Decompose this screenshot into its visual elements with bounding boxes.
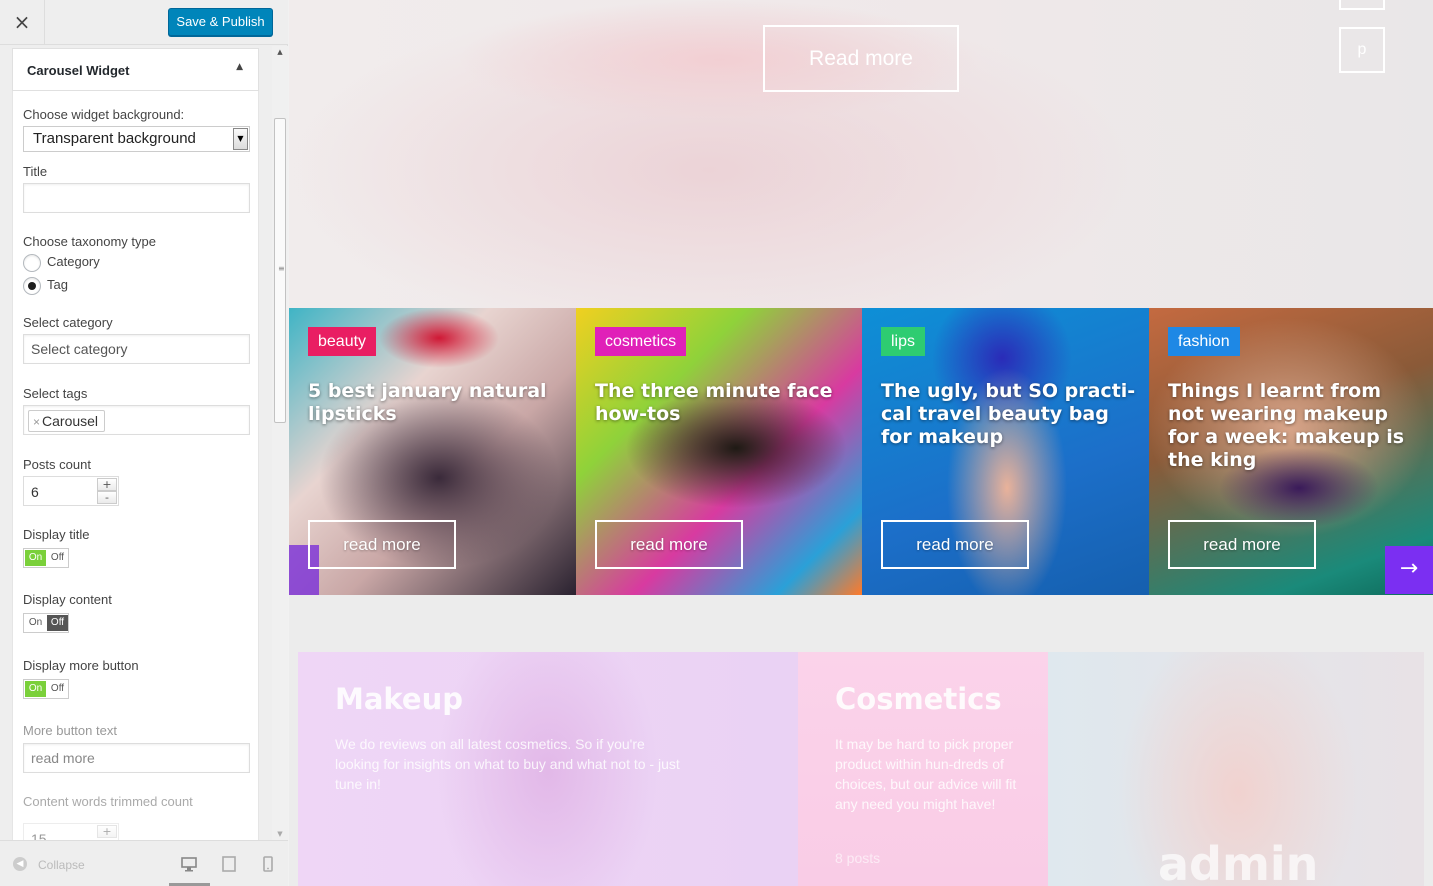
- widget-title: Carousel Widget: [27, 63, 130, 78]
- card-read-more-button[interactable]: read more: [1168, 520, 1316, 569]
- carousel-card[interactable]: fashion Things I learnt from not wearing…: [1149, 308, 1433, 595]
- close-icon[interactable]: ×: [0, 0, 45, 45]
- taxonomy-label: Choose taxonomy type: [23, 234, 156, 249]
- display-title-toggle[interactable]: On Off: [23, 548, 69, 568]
- background-select[interactable]: Transparent background ▼: [23, 126, 250, 152]
- hero-side-letter[interactable]: p: [1339, 27, 1385, 73]
- hero-banner: Read more p: [289, 0, 1433, 308]
- posts-count-value: 6: [31, 484, 39, 500]
- title-label: Title: [23, 164, 48, 179]
- display-content-label: Display content: [23, 592, 112, 607]
- tags-label: Select tags: [23, 386, 88, 401]
- sidebar-scrollbar[interactable]: ▲ ≡ ▼: [272, 46, 288, 840]
- carousel-card[interactable]: beauty 5 best january natural lipsticks …: [289, 308, 576, 595]
- increment-button[interactable]: +: [97, 825, 117, 838]
- category-label: Select category: [23, 315, 113, 330]
- posts-count-label: Posts count: [23, 457, 91, 472]
- card-title[interactable]: The three minute face how-tos: [595, 380, 850, 426]
- collapse-icon[interactable]: ◀: [13, 857, 27, 871]
- display-content-toggle[interactable]: On Off: [23, 613, 69, 633]
- grip-icon: ≡: [278, 264, 285, 273]
- card-read-more-button[interactable]: read more: [595, 520, 743, 569]
- toggle-off: Off: [50, 552, 65, 563]
- feature-tiles: Makeup We do reviews on all latest cosme…: [298, 652, 1424, 886]
- save-publish-button[interactable]: Save & Publish: [168, 8, 273, 36]
- card-tag[interactable]: fashion: [1168, 327, 1240, 356]
- radio-category-label: Category: [47, 254, 100, 269]
- scroll-down-icon[interactable]: ▼: [272, 828, 288, 840]
- next-arrow-icon[interactable]: →: [1385, 546, 1433, 594]
- posts-count-stepper[interactable]: 6 + -: [23, 476, 119, 506]
- site-preview: Read more p beauty 5 best january natura…: [289, 0, 1433, 886]
- trim-stepper[interactable]: 15 +: [23, 823, 119, 840]
- card-title[interactable]: 5 best january natural lipsticks: [308, 380, 563, 426]
- carousel-card[interactable]: lips The ugly, but SO practi-cal travel …: [862, 308, 1149, 595]
- background-label: Choose widget background:: [23, 107, 185, 122]
- posts-count: 8 posts: [835, 850, 881, 866]
- scroll-up-icon[interactable]: ▲: [272, 46, 288, 58]
- customizer-footer: ◀ Collapse: [0, 840, 288, 886]
- tile-text: We do reviews on all latest cosmetics. S…: [335, 736, 680, 792]
- post-carousel: beauty 5 best january natural lipsticks …: [289, 308, 1433, 595]
- collapse-label[interactable]: Collapse: [38, 858, 85, 872]
- widget-panel: Carousel Widget ▲ Choose widget backgrou…: [0, 46, 272, 840]
- toggle-on: On: [28, 617, 43, 628]
- mobile-icon[interactable]: [259, 855, 277, 873]
- radio-category[interactable]: [23, 254, 41, 272]
- tile-title[interactable]: Cosmetics: [835, 682, 1002, 716]
- toggle-on: On: [25, 550, 46, 566]
- background-select-value: Transparent background: [33, 130, 196, 147]
- card-tag[interactable]: cosmetics: [595, 327, 687, 356]
- tablet-icon[interactable]: [220, 855, 238, 873]
- dropdown-arrow-icon[interactable]: ▼: [233, 128, 248, 150]
- category-select[interactable]: Select category: [23, 334, 250, 364]
- tile-text: It may be hard to pick proper product wi…: [835, 736, 1017, 812]
- card-tag[interactable]: lips: [881, 327, 926, 356]
- card-title[interactable]: The ugly, but SO practi-cal travel beaut…: [881, 380, 1136, 449]
- tile-cosmetics[interactable]: Cosmetics It may be hard to pick proper …: [798, 652, 1048, 886]
- more-text-label: More button text: [23, 723, 117, 738]
- decrement-button[interactable]: -: [97, 491, 117, 504]
- toggle-off: Off: [50, 683, 65, 694]
- radio-tag-label: Tag: [47, 277, 68, 292]
- author-name[interactable]: admin: [1158, 837, 1318, 886]
- trim-label: Content words trimmed count: [23, 794, 193, 809]
- card-read-more-button[interactable]: read more: [308, 520, 456, 569]
- scroll-thumb[interactable]: ≡: [274, 118, 286, 423]
- hero-side-box[interactable]: [1339, 0, 1385, 10]
- collapse-arrow-icon[interactable]: ▲: [236, 62, 243, 72]
- tag-chip: × Carousel: [28, 410, 106, 432]
- radio-tag[interactable]: [23, 277, 41, 295]
- display-more-toggle[interactable]: On Off: [23, 679, 69, 699]
- increment-button[interactable]: +: [97, 478, 117, 491]
- more-text-input[interactable]: read more: [23, 743, 250, 773]
- desktop-icon[interactable]: [180, 855, 198, 873]
- tile-makeup[interactable]: Makeup We do reviews on all latest cosme…: [298, 652, 798, 886]
- customizer-header: × Save & Publish: [0, 0, 288, 45]
- tags-input[interactable]: × Carousel: [23, 405, 250, 435]
- title-input[interactable]: [23, 183, 250, 213]
- remove-tag-icon[interactable]: ×: [33, 415, 40, 429]
- toggle-on: On: [25, 681, 46, 697]
- tile-title[interactable]: Makeup: [335, 682, 463, 716]
- widget-header[interactable]: Carousel Widget ▲: [12, 48, 259, 91]
- toggle-off: Off: [47, 615, 68, 631]
- card-read-more-button[interactable]: read more: [881, 520, 1029, 569]
- card-tag[interactable]: beauty: [308, 327, 377, 356]
- customizer-sidebar: × Save & Publish Carousel Widget ▲ Choos…: [0, 0, 288, 886]
- trim-value: 15: [31, 831, 47, 840]
- display-title-label: Display title: [23, 527, 90, 542]
- display-more-label: Display more button: [23, 658, 139, 673]
- tag-chip-label: Carousel: [42, 413, 99, 429]
- tile-author[interactable]: admin: [1048, 652, 1424, 886]
- hero-read-more-button[interactable]: Read more: [763, 25, 959, 92]
- card-title[interactable]: Things I learnt from not wearing makeup …: [1168, 380, 1423, 472]
- widget-form: Choose widget background: Transparent ba…: [12, 91, 259, 840]
- carousel-card[interactable]: cosmetics The three minute face how-tos …: [576, 308, 862, 595]
